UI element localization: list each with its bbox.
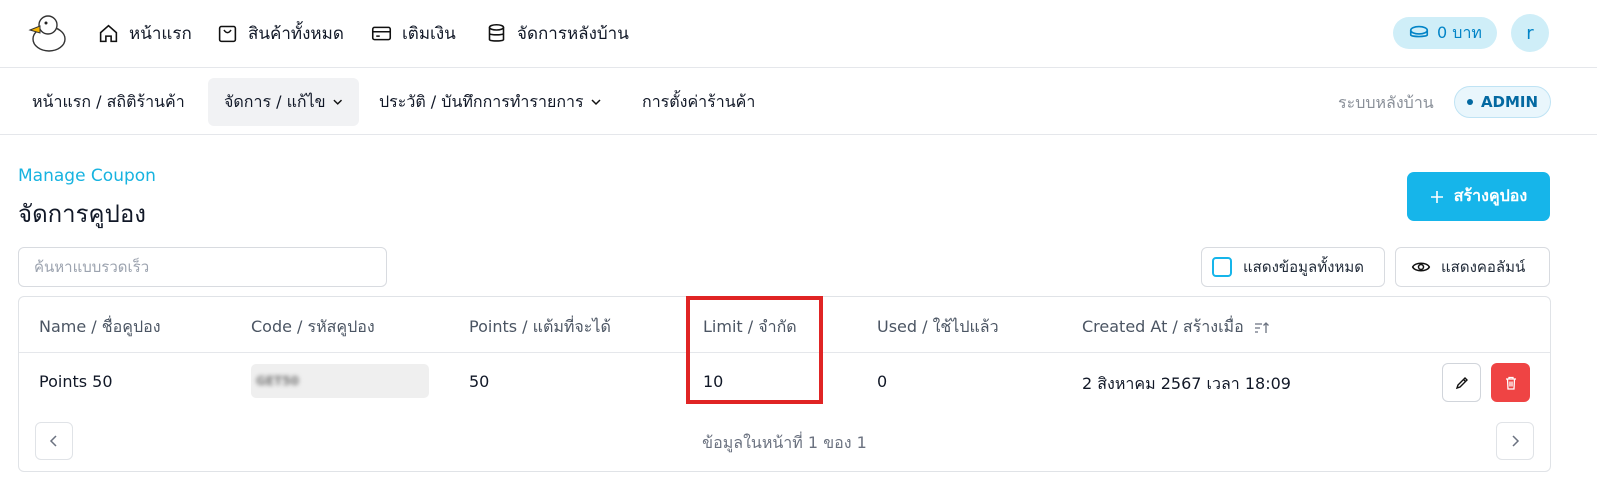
role-badge: ADMIN <box>1454 86 1551 118</box>
column-header-created-at[interactable]: Created At / สร้างเมื่อ <box>1082 315 1270 340</box>
show-columns-button[interactable]: แสดงคอลัมน์ <box>1395 247 1550 287</box>
duck-logo-icon[interactable] <box>26 12 68 54</box>
balance-badge[interactable]: 0 บาท <box>1393 17 1497 49</box>
trash-icon <box>1505 376 1516 390</box>
chevron-down-icon <box>591 99 601 106</box>
coupon-table: Name / ชื่อคูปอง Code / รหัสคูปอง Points… <box>18 296 1551 472</box>
search-input[interactable] <box>18 247 387 287</box>
eye-icon <box>1411 262 1431 272</box>
column-header-created-at-label: Created At / สร้างเมื่อ <box>1082 317 1244 336</box>
cell-limit: 10 <box>703 372 724 391</box>
create-coupon-button[interactable]: สร้างคูปอง <box>1407 172 1550 221</box>
topnav-backoffice[interactable]: จัดการหลังบ้าน <box>486 20 629 46</box>
column-header-limit[interactable]: Limit / จำกัด <box>703 315 797 340</box>
show-all-toggle[interactable]: แสดงข้อมูลทั้งหมด <box>1201 247 1385 287</box>
create-coupon-label: สร้างคูปอง <box>1453 186 1528 205</box>
cell-points: 50 <box>469 372 490 391</box>
page-title: จัดการคูปอง <box>18 200 146 228</box>
home-icon <box>99 24 118 42</box>
cell-code: GET50 <box>256 374 299 388</box>
topnav-backoffice-label: จัดการหลังบ้าน <box>517 23 629 44</box>
topnav-all-products[interactable]: สินค้าทั้งหมด <box>217 20 344 46</box>
page-eyebrow: Manage Coupon <box>18 166 156 186</box>
table-header: Name / ชื่อคูปอง Code / รหัสคูปอง Points… <box>19 297 1550 353</box>
topnav-topup-label: เติมเงิน <box>402 23 456 44</box>
topnav-home-label: หน้าแรก <box>129 23 192 44</box>
show-all-label: แสดงข้อมูลทั้งหมด <box>1243 258 1364 276</box>
pencil-icon <box>1455 376 1468 389</box>
role-badge-label: ADMIN <box>1480 93 1539 111</box>
chevron-right-icon <box>1512 435 1520 447</box>
coin-icon <box>1409 25 1429 38</box>
column-header-used[interactable]: Used / ใช้ไปแล้ว <box>877 315 999 340</box>
avatar[interactable]: r <box>1511 14 1549 52</box>
subnav-history[interactable]: ประวัติ / บันทึกการทำรายการ <box>363 78 618 126</box>
topnav-topup[interactable]: เติมเงิน <box>371 20 456 46</box>
chevron-down-icon <box>332 99 342 105</box>
subnav-settings-label: การตั้งค่าร้านค้า <box>642 91 756 111</box>
pagination-info: ข้อมูลในหน้าที่ 1 ของ 1 <box>702 433 867 452</box>
subnav-settings[interactable]: การตั้งค่าร้านค้า <box>626 78 771 126</box>
credit-card-icon <box>371 26 392 40</box>
show-all-checkbox[interactable] <box>1212 257 1232 277</box>
sort-ascending-icon[interactable] <box>1254 320 1270 336</box>
subnav-manage-label: จัดการ / แก้ไข <box>224 91 326 111</box>
delete-button[interactable] <box>1491 363 1530 402</box>
cell-created-at: 2 สิงหาคม 2567 เวลา 18:09 <box>1082 374 1291 393</box>
sub-navbar: หน้าแรก / สถิติร้านค้า จัดการ / แก้ไข ปร… <box>0 69 1597 135</box>
subnav-dashboard-label: หน้าแรก / สถิติร้านค้า <box>32 91 185 111</box>
next-page-button[interactable] <box>1496 422 1534 460</box>
shopping-bag-icon <box>218 25 237 42</box>
cell-code-blurred: GET50 <box>251 364 429 398</box>
subnav-dashboard[interactable]: หน้าแรก / สถิติร้านค้า <box>16 78 201 126</box>
column-header-code[interactable]: Code / รหัสคูปอง <box>251 315 375 340</box>
subnav-manage[interactable]: จัดการ / แก้ไข <box>208 78 359 126</box>
show-columns-label: แสดงคอลัมน์ <box>1441 258 1526 276</box>
top-navbar: หน้าแรก สินค้าทั้งหมด เติมเงิน จัดการหลั… <box>0 0 1597 68</box>
plus-icon <box>1430 190 1443 203</box>
column-header-name[interactable]: Name / ชื่อคูปอง <box>39 315 161 340</box>
balance-amount: 0 บาท <box>1437 22 1482 42</box>
system-label: ระบบหลังบ้าน <box>1338 93 1434 112</box>
cell-used: 0 <box>877 372 888 391</box>
topnav-all-products-label: สินค้าทั้งหมด <box>248 23 344 44</box>
topnav-home[interactable]: หน้าแรก <box>98 20 192 46</box>
database-icon <box>488 23 505 42</box>
column-header-points[interactable]: Points / แต้มที่จะได้ <box>469 315 611 340</box>
cell-name: Points 50 <box>39 372 113 391</box>
edit-button[interactable] <box>1442 363 1481 402</box>
subnav-history-label: ประวัติ / บันทึกการทำรายการ <box>379 91 584 111</box>
status-dot-icon <box>1466 99 1473 105</box>
